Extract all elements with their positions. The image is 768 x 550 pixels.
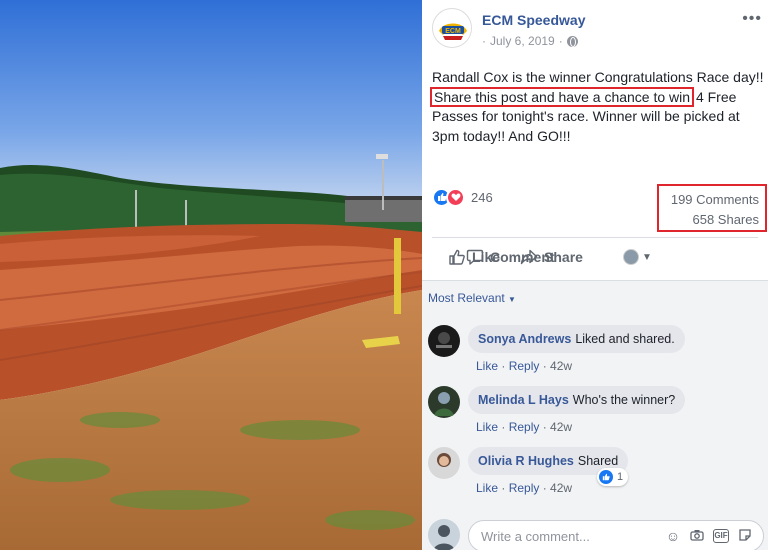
sort-label: Most Relevant xyxy=(428,291,505,305)
user-avatar xyxy=(428,519,460,550)
love-reaction-icon xyxy=(446,187,465,207)
more-icon[interactable]: ••• xyxy=(742,10,762,28)
comment-item: Olivia R Hughes Shared 1 Like · Reply · 4… xyxy=(428,447,762,507)
post-photo[interactable] xyxy=(0,0,422,550)
comment-author[interactable]: Olivia R Hughes xyxy=(478,454,574,468)
comment-time[interactable]: 42w xyxy=(550,481,572,495)
commenter-avatar[interactable] xyxy=(428,325,460,357)
post-text-highlight: Share this post and have a chance to win xyxy=(429,86,695,107)
post-text-intro: Randall Cox is the winner Congratulation… xyxy=(432,69,764,85)
post-text: Randall Cox is the winner Congratulation… xyxy=(429,68,766,146)
sort-dropdown[interactable]: Most Relevant ▼ xyxy=(428,291,516,305)
gif-icon[interactable]: GIF xyxy=(713,529,729,543)
comment-reply-link[interactable]: Reply xyxy=(509,359,540,373)
reaction-count: 246 xyxy=(471,189,493,205)
comment-bubble: Sonya Andrews Liked and shared. xyxy=(468,325,685,353)
comment-like-link[interactable]: Like xyxy=(476,420,498,434)
comment-author[interactable]: Melinda L Hays xyxy=(478,393,569,407)
svg-text:ECM: ECM xyxy=(445,28,461,35)
comment-actions: Like · Reply · 42w xyxy=(476,481,573,495)
comment-label: Comment xyxy=(490,249,555,265)
commenter-avatar[interactable] xyxy=(428,386,460,418)
comment-actions: Like · Reply · 42w xyxy=(476,359,573,373)
comment-time[interactable]: 42w xyxy=(550,359,572,373)
meta-separator: · xyxy=(482,34,486,48)
commenter-avatar[interactable] xyxy=(428,447,460,479)
engagement-counts: 199 Comments 658 Shares xyxy=(657,184,767,232)
comment-input[interactable]: Write a comment... ☺ GIF xyxy=(468,520,764,550)
camera-icon[interactable] xyxy=(689,528,705,545)
emoji-icon[interactable]: ☺ xyxy=(665,528,681,545)
meta-separator-2: · xyxy=(558,34,563,48)
comments-count[interactable]: 199 Comments xyxy=(659,190,759,210)
comments-section: Most Relevant ▼ Sonya Andrews Liked and s… xyxy=(422,280,768,550)
ecm-logo-icon: ECM xyxy=(435,11,471,47)
globe-icon[interactable] xyxy=(566,35,578,47)
comment-author[interactable]: Sonya Andrews xyxy=(478,332,571,346)
comment-reply-link[interactable]: Reply xyxy=(509,481,540,495)
like-icon xyxy=(449,249,465,265)
like-reaction-icon xyxy=(599,470,613,484)
comment-bubble: Melinda L Hays Who's the winner? xyxy=(468,386,686,414)
write-comment-row: Write a comment... ☺ GIF xyxy=(422,515,768,550)
comment-text: Liked and shared. xyxy=(575,332,675,346)
comment-text: Shared xyxy=(577,454,619,468)
comment-item: Sonya Andrews Liked and shared. Like · Re… xyxy=(428,325,762,385)
comment-button[interactable]: Comment xyxy=(466,227,768,287)
page-avatar[interactable]: ECM xyxy=(432,8,472,48)
comment-like-link[interactable]: Like xyxy=(476,481,498,495)
comment-item: Melinda L Hays Who's the winner? Like · R… xyxy=(428,386,762,446)
comment-reaction-count: 1 xyxy=(617,471,624,483)
post-header: ECM ECM Speedway · July 6, 2019 · ••• xyxy=(432,8,762,52)
comment-input-placeholder: Write a comment... xyxy=(481,529,590,544)
reactions-summary[interactable]: 246 xyxy=(432,186,493,208)
comment-icon xyxy=(466,249,484,265)
comment-reactions[interactable]: 1 xyxy=(597,468,629,486)
post-date[interactable]: July 6, 2019 xyxy=(490,34,555,48)
race-track-image xyxy=(0,0,422,550)
comment-input-tools: ☺ GIF xyxy=(665,528,753,545)
post-actions: Like Comment Share ▼ xyxy=(432,238,762,276)
comment-time[interactable]: 42w xyxy=(550,420,572,434)
comment-text: Who's the winner? xyxy=(572,393,676,407)
chevron-down-icon: ▼ xyxy=(508,295,516,304)
post-meta: · July 6, 2019 · xyxy=(482,34,578,48)
comment-actions: Like · Reply · 42w xyxy=(476,420,573,434)
comment-like-link[interactable]: Like xyxy=(476,359,498,373)
page-name[interactable]: ECM Speedway xyxy=(482,12,585,28)
post-panel: ECM ECM Speedway · July 6, 2019 · ••• Ra… xyxy=(422,0,768,550)
sticker-icon[interactable] xyxy=(737,528,753,545)
comment-reply-link[interactable]: Reply xyxy=(509,420,540,434)
